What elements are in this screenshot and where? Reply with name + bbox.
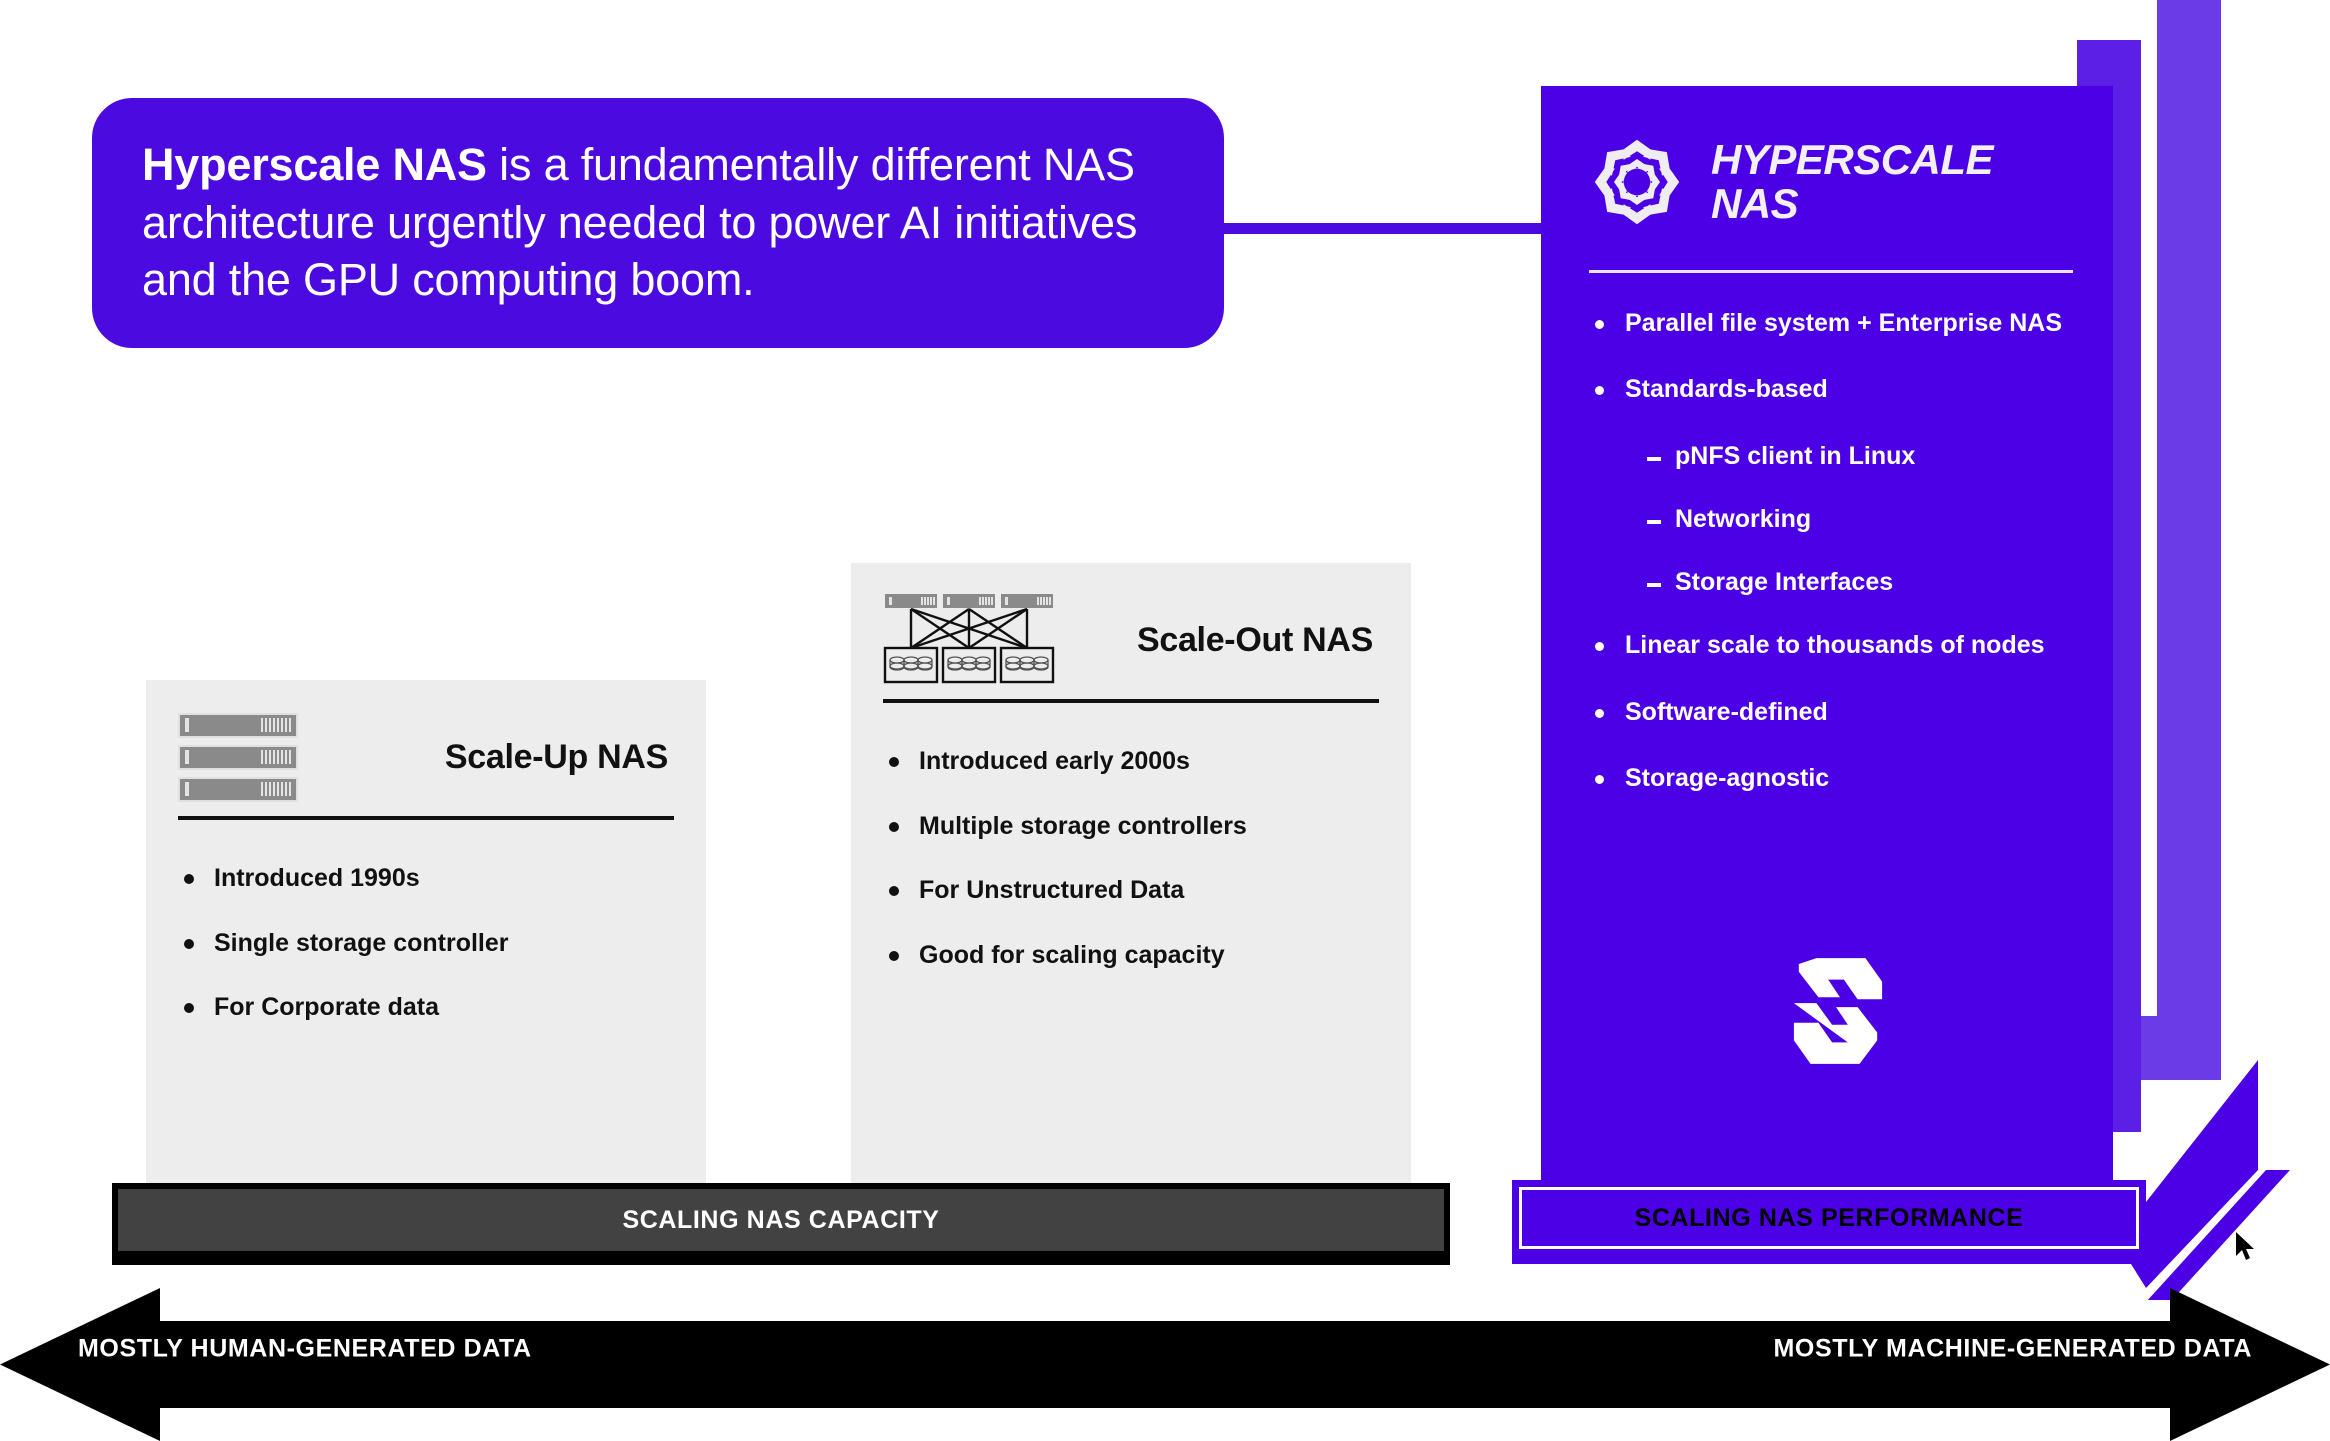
list-item: Multiple storage controllers bbox=[883, 810, 1379, 843]
list-item: Software-defined bbox=[1589, 696, 2073, 729]
list-item: Good for scaling capacity bbox=[883, 939, 1379, 972]
rack-vents-icon bbox=[261, 782, 291, 796]
scale-up-card-header: Scale-Up NAS bbox=[178, 680, 674, 816]
page-title: Scale-Up NAS bbox=[444, 737, 668, 776]
scale-up-feature-list: Introduced 1990s Single storage controll… bbox=[178, 862, 674, 1024]
hyperscale-mandala-icon bbox=[1594, 139, 1680, 225]
callout-lead: Hyperscale NAS bbox=[142, 139, 487, 190]
scale-out-card-divider bbox=[883, 699, 1379, 703]
clustered-storage-icon bbox=[883, 594, 1055, 684]
hyperscale-panel-divider bbox=[1589, 270, 2073, 273]
hyperscale-panel-title: HYPERSCALE NAS bbox=[1711, 135, 1994, 227]
scale-out-feature-list: Introduced early 2000s Multiple storage … bbox=[883, 745, 1379, 971]
scale-up-card-divider bbox=[178, 816, 674, 820]
mouse-pointer-icon bbox=[2236, 1232, 2254, 1260]
rack-unit bbox=[178, 712, 298, 738]
rack-led-icon bbox=[185, 782, 189, 796]
page-title: Scale-Out NAS bbox=[1136, 620, 1373, 659]
scale-up-nas-card: Scale-Up NAS Introduced 1990s Single sto… bbox=[146, 680, 706, 1190]
hyperscale-feature-list: Parallel file system + Enterprise NAS St… bbox=[1589, 307, 2073, 795]
scale-out-card-header: Scale-Out NAS bbox=[883, 563, 1379, 699]
status-badge: SCALING NAS PERFORMANCE bbox=[1634, 1203, 2024, 1232]
double-headed-arrow-icon bbox=[0, 1288, 2330, 1441]
scaling-capacity-bar-inner: SCALING NAS CAPACITY bbox=[118, 1189, 1444, 1251]
list-item: Linear scale to thousands of nodes bbox=[1589, 629, 2073, 662]
axis-label-human-generated: MOSTLY HUMAN-GENERATED DATA bbox=[78, 1334, 532, 1363]
list-item: Storage Interfaces bbox=[1589, 566, 2073, 599]
list-item: Parallel file system + Enterprise NAS bbox=[1589, 307, 2073, 340]
rack-unit bbox=[178, 744, 298, 770]
list-item: For Corporate data bbox=[178, 991, 674, 1024]
rack-vents-icon bbox=[261, 718, 291, 732]
hyperscale-title-line1: HYPERSCALE bbox=[1711, 135, 1994, 183]
list-item: For Unstructured Data bbox=[883, 874, 1379, 907]
rack-led-icon bbox=[185, 750, 189, 764]
hammerspace-logo-icon bbox=[1793, 958, 1883, 1064]
callout-text: Hyperscale NAS is a fundamentally differ… bbox=[142, 136, 1172, 309]
scale-out-nas-card: Scale-Out NAS Introduced early 2000s Mul… bbox=[851, 563, 1411, 1190]
list-item: Storage-agnostic bbox=[1589, 762, 2073, 795]
rack-vents-icon bbox=[261, 750, 291, 764]
server-rack-icon bbox=[178, 712, 298, 802]
rack-led-icon bbox=[185, 718, 189, 732]
hyperscale-title-line2: NAS bbox=[1711, 180, 1799, 227]
list-item: Networking bbox=[1589, 503, 2073, 536]
list-item: Standards-based bbox=[1589, 373, 2073, 406]
infographic-canvas: Hyperscale NAS is a fundamentally differ… bbox=[0, 0, 2330, 1441]
list-item: Introduced early 2000s bbox=[883, 745, 1379, 778]
scaling-performance-bar: SCALING NAS PERFORMANCE bbox=[1512, 1180, 2146, 1264]
list-item: pNFS client in Linux bbox=[1589, 440, 2073, 473]
callout-bubble: Hyperscale NAS is a fundamentally differ… bbox=[92, 98, 1224, 348]
list-item: Introduced 1990s bbox=[178, 862, 674, 895]
status-badge: SCALING NAS CAPACITY bbox=[622, 1205, 940, 1234]
list-item: Single storage controller bbox=[178, 927, 674, 960]
scaling-capacity-bar: SCALING NAS CAPACITY bbox=[112, 1183, 1450, 1265]
callout-connector-line bbox=[1210, 223, 1555, 234]
hyperscale-nas-panel: HYPERSCALE NAS Parallel file system + En… bbox=[1541, 86, 2113, 1182]
scaling-performance-bar-inner: SCALING NAS PERFORMANCE bbox=[1519, 1187, 2139, 1249]
axis-label-machine-generated: MOSTLY MACHINE-GENERATED DATA bbox=[1773, 1334, 2252, 1363]
hyperscale-panel-header: HYPERSCALE NAS bbox=[1589, 122, 2073, 242]
rack-unit bbox=[178, 776, 298, 802]
